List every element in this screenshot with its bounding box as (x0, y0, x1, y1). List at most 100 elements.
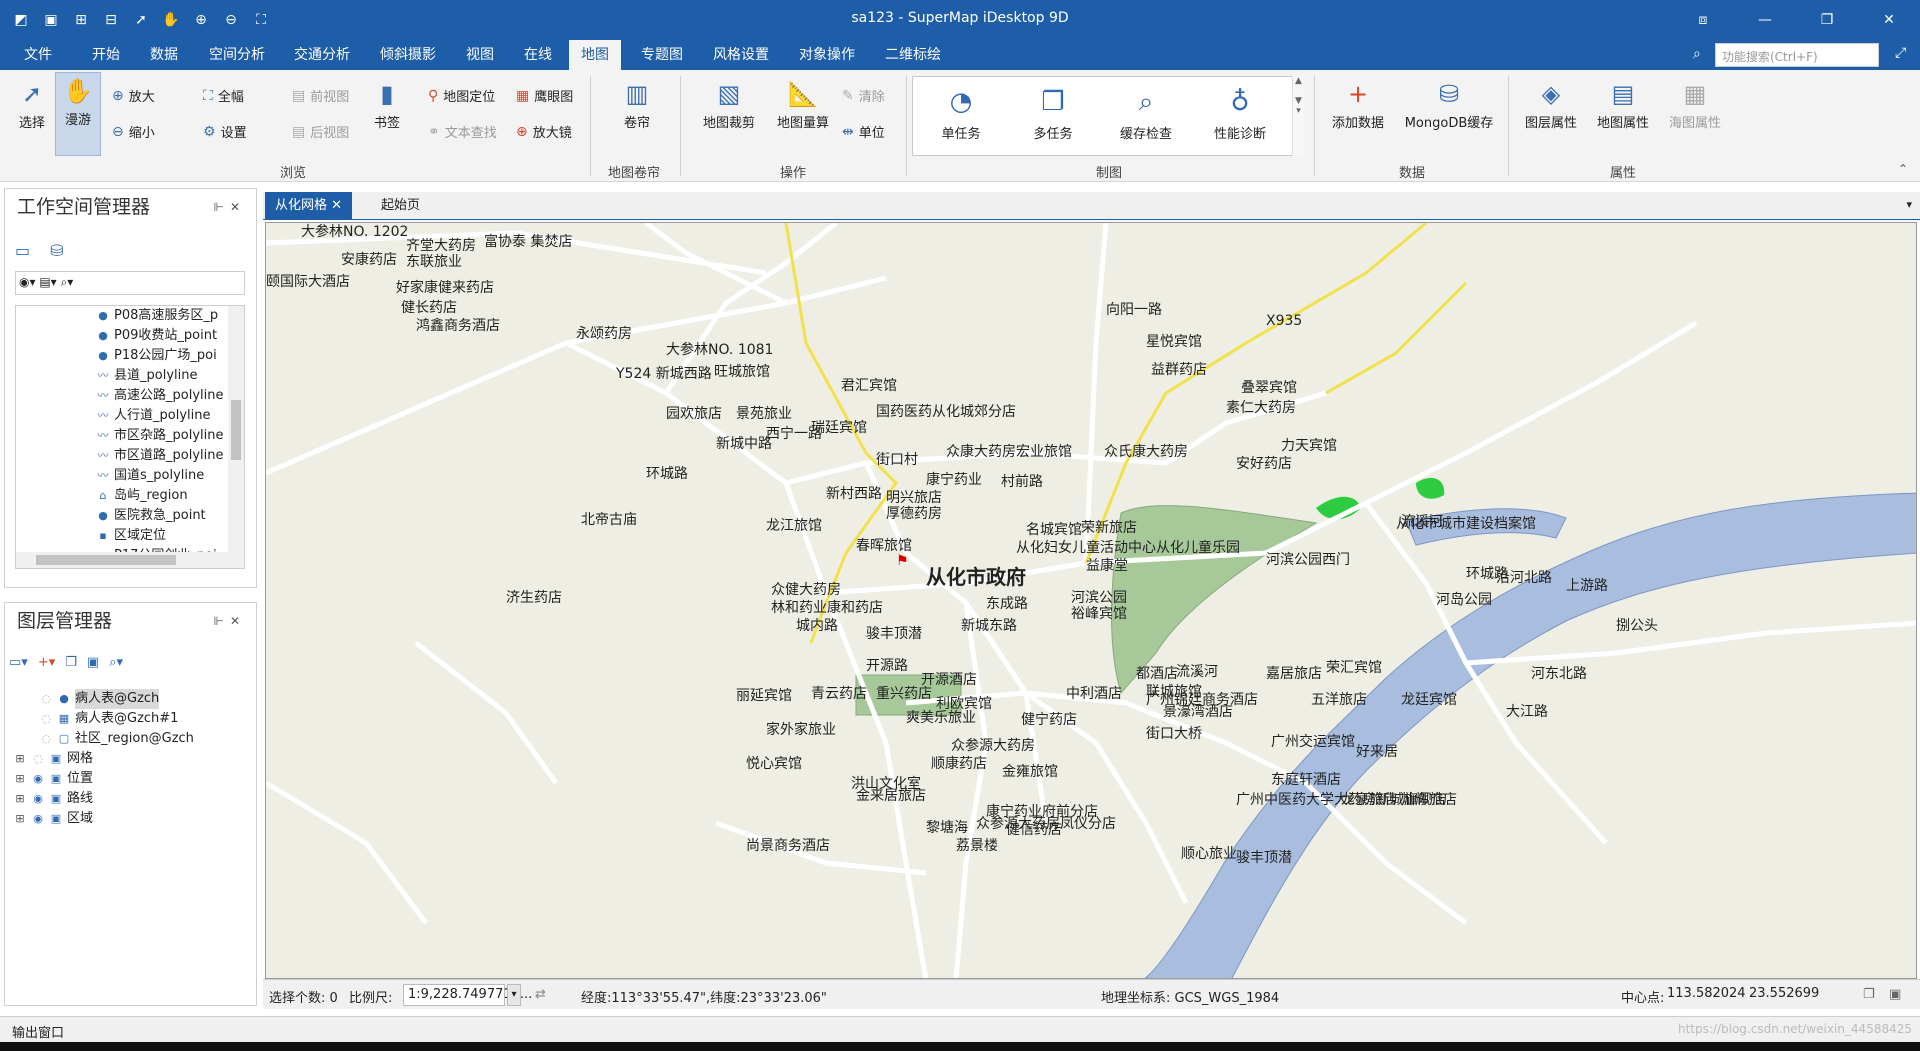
workspace-dataset-item[interactable]: 〰国道s_polyline (96, 466, 228, 486)
tab-start-page[interactable]: 起始页 (371, 192, 430, 220)
prev-view-button[interactable]: ▤ 前视图 (292, 86, 349, 106)
select-button[interactable]: ➚ 选择 (12, 76, 52, 131)
maximize-button[interactable]: ❐ (1796, 0, 1858, 40)
tab-map-doc[interactable]: 从化网格 ✕ (265, 192, 353, 220)
tab-view[interactable]: 视图 (454, 40, 506, 70)
tab-file[interactable]: 文件 (12, 40, 64, 70)
function-search-input[interactable]: 功能搜索(Ctrl+F) (1715, 43, 1879, 67)
group-icon: ▣ (50, 752, 62, 765)
workspace-dataset-item[interactable]: 〰高速公路_polyline (96, 386, 228, 406)
tab-object-ops[interactable]: 对象操作 (787, 40, 867, 70)
map-locate-button[interactable]: ⚲ 地图定位 (428, 86, 495, 106)
copy-layer-icon[interactable]: ❐ (65, 655, 77, 670)
magnifier-button[interactable]: ⊕ 放大镜 (516, 122, 572, 142)
layer-style-icon[interactable]: ▣ (87, 655, 99, 670)
add-data-button[interactable]: + 添加数据 (1325, 76, 1391, 131)
workspace-tab-icon[interactable]: ▭ (15, 241, 30, 260)
layer-group-item[interactable]: ⊞ ◉ ▣ 路线 (9, 789, 254, 809)
swipe-button[interactable]: ▥ 卷帘 (615, 76, 659, 131)
map-window[interactable]: 大参林NO. 1202 齐堂大药房 富协泰 集焚店 安康药店 东联旅业 颐国际大酒店 好家康… (265, 222, 1917, 979)
panel-pin-close[interactable]: ⊩✕ (213, 603, 246, 639)
collapse-ribbon-icon[interactable]: ⤢ (1895, 45, 1906, 61)
expand-icon[interactable]: ⊞ (13, 809, 27, 829)
settings-button[interactable]: ⚙ 设置 (203, 122, 247, 142)
workspace-dataset-item[interactable]: ⌂ 岛屿_region (96, 486, 228, 506)
output-window-tab[interactable]: 输出窗口 https://blog.csdn.net/weixin_4458842… (0, 1016, 1920, 1042)
map-properties-button[interactable]: ▤ 地图属性 (1590, 76, 1656, 131)
eagle-eye-button[interactable]: ▦ 鹰眼图 (516, 86, 573, 106)
multi-task-button[interactable]: ❐ 多任务 (1023, 77, 1083, 142)
layer-properties-button[interactable]: ◈ 图层属性 (1518, 76, 1584, 131)
text-find-button[interactable]: ⚭ 文本查找 (428, 122, 497, 142)
restore-layout-icon[interactable]: ⧈ (1672, 0, 1734, 40)
full-extent-button[interactable]: ⛶ 全幅 (203, 86, 244, 106)
swap-icon[interactable]: ⇄ (535, 987, 546, 1002)
tree-horizontal-scrollbar[interactable] (16, 552, 244, 568)
tab-data[interactable]: 数据 (138, 40, 190, 70)
clear-button[interactable]: ✎ 清除 (842, 86, 885, 106)
close-tab-icon[interactable]: ✕ (331, 198, 342, 213)
workspace-dataset-item[interactable]: ▪ 区域定位 (96, 526, 228, 546)
collapse-ribbon-arrow-icon[interactable]: ⌃ (1898, 162, 1908, 176)
minimize-button[interactable]: — (1734, 0, 1796, 40)
unit-button[interactable]: ⇹ 单位 (842, 122, 885, 142)
zoom-in-button[interactable]: ⊕ 放大 (112, 86, 155, 106)
workspace-dataset-item[interactable]: 〰市区道路_polyline (96, 446, 228, 466)
panel-pin-close[interactable]: ⊩✕ (213, 189, 246, 225)
map-coords-icon[interactable]: ▣ (1889, 987, 1901, 1002)
tab-oblique-photo[interactable]: 倾斜摄影 (368, 40, 448, 70)
layer-find-icon[interactable]: ⌕▾ (109, 655, 123, 670)
workspace-dataset-item[interactable]: ● P08高速服务区_p (96, 306, 228, 326)
workspace-dataset-item[interactable]: 〰县道_polyline (96, 366, 228, 386)
cache-check-button[interactable]: ⌕ 缓存检查 (1111, 77, 1181, 142)
tab-list-dropdown-icon[interactable]: ▾ (1906, 198, 1912, 211)
workspace-dataset-item[interactable]: 〰人行道_polyline (96, 406, 228, 426)
tab-traffic-analysis[interactable]: 交通分析 (282, 40, 362, 70)
ribbon-separator (590, 76, 591, 176)
layer-group-item[interactable]: ⊞ ◉ ▣ 区域 (9, 809, 254, 829)
workspace-dataset-item[interactable]: ● P18公园广场_poi (96, 346, 228, 366)
tree-vertical-scrollbar[interactable] (228, 306, 244, 554)
tab-online[interactable]: 在线 (512, 40, 564, 70)
center-x-field[interactable]: 113.582024 (1663, 984, 1746, 1006)
expand-icon[interactable]: ⊞ (13, 749, 27, 769)
view-options-icon[interactable]: ◉▾ (19, 275, 36, 289)
tab-thematic[interactable]: 专题图 (629, 40, 695, 70)
zoom-out-button[interactable]: ⊖ 缩小 (112, 122, 155, 142)
layer-item[interactable]: ◌ ▦ 病人表@Gzch#1 (9, 709, 254, 729)
roam-button[interactable]: ✋ 漫游 (55, 72, 101, 156)
map-measure-button[interactable]: 📐 地图量算 (768, 76, 838, 131)
scale-dropdown-icon[interactable]: ▾ (507, 984, 521, 1006)
mongodb-cache-button[interactable]: ⛁ MongoDB缓存 (1398, 76, 1500, 131)
layer-group-item[interactable]: ⊞ ◌ ▣ 网格 (9, 749, 254, 769)
tab-plotting[interactable]: 二维标绘 (873, 40, 953, 70)
open-doc-icon[interactable]: ▤▾ (39, 275, 56, 289)
tab-spatial-analysis[interactable]: 空间分析 (197, 40, 277, 70)
tab-map[interactable]: 地图 (569, 40, 621, 70)
add-layer-icon[interactable]: +▾ (38, 655, 55, 670)
tab-style[interactable]: 风格设置 (701, 40, 781, 70)
copy-coords-icon[interactable]: ❐ (1863, 987, 1875, 1002)
workspace-dataset-item[interactable]: ● 医院救急_point (96, 506, 228, 526)
map-clip-button[interactable]: ▧ 地图裁剪 (694, 76, 764, 131)
layer-group-item[interactable]: ⊞ ◉ ▣ 位置 (9, 769, 254, 789)
next-view-button[interactable]: ▤ 后视图 (292, 122, 349, 142)
performance-diagnosis-button[interactable]: ♁ 性能诊断 (1205, 77, 1275, 142)
layer-item[interactable]: ◌ ● 病人表@Gzch (9, 689, 254, 709)
resource-tab-icon[interactable]: ⛁ (50, 241, 63, 260)
workspace-dataset-item[interactable]: ● P09收费站_point (96, 326, 228, 346)
close-button[interactable]: ✕ (1858, 0, 1920, 40)
new-layer-icon[interactable]: ▭▾ (9, 655, 28, 670)
chart-properties-button[interactable]: ▦ 海图属性 (1662, 76, 1728, 131)
expand-icon[interactable]: ⊞ (13, 789, 27, 809)
tab-start[interactable]: 开始 (80, 40, 132, 70)
center-y-field[interactable]: 23.552699 (1745, 984, 1823, 1006)
workspace-dataset-item[interactable]: 〰市区杂路_polyline (96, 426, 228, 446)
layer-item[interactable]: ◌ ▢ 社区_region@Gzch (9, 729, 254, 749)
expand-icon[interactable]: ⊞ (13, 769, 27, 789)
bookmark-button[interactable]: ▮ 书签 (368, 76, 406, 131)
gallery-scroll[interactable]: ▲ ▼ ▾ (1292, 76, 1304, 156)
find-icon[interactable]: ⌕▾ (61, 275, 74, 289)
scale-input[interactable]: 1:9,228.7497711... (403, 984, 532, 1006)
single-task-button[interactable]: ◔ 单任务 (931, 77, 991, 142)
